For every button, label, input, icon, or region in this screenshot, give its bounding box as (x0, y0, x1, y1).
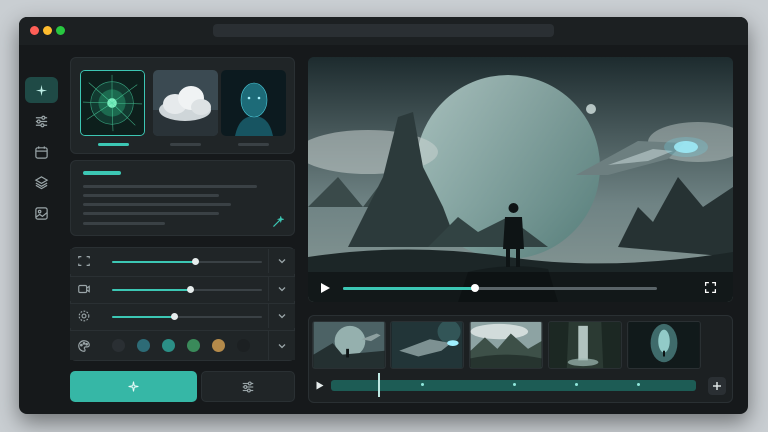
camera-slider[interactable] (112, 286, 262, 293)
expand-camera-button[interactable] (268, 277, 295, 301)
aspect-ratio-icon (78, 256, 90, 266)
prompt-text-line (83, 185, 257, 188)
prompt-text-line (83, 222, 165, 225)
timeline-panel (308, 315, 733, 403)
timeline-clip[interactable] (312, 321, 386, 369)
gallery-icon (35, 206, 48, 220)
playback-progress-bar[interactable] (343, 284, 657, 292)
prompt-panel[interactable] (70, 160, 295, 236)
setting-row-aspect (70, 249, 295, 274)
prompt-text-line (83, 212, 219, 215)
timeline-clip[interactable] (627, 321, 701, 369)
generate-button[interactable] (70, 371, 197, 402)
preset-indicator (238, 143, 269, 146)
color-swatch[interactable] (112, 339, 125, 352)
color-swatch[interactable] (187, 339, 200, 352)
calendar-icon (35, 145, 48, 159)
timeline-marker[interactable] (421, 383, 425, 386)
waterfall-forest-thumbnail (549, 322, 621, 368)
slider-handle[interactable] (187, 286, 194, 293)
color-swatch[interactable] (237, 339, 250, 352)
timeline-playhead[interactable] (378, 373, 381, 397)
timeline-marker[interactable] (574, 383, 578, 386)
close-window-button[interactable] (30, 26, 39, 35)
sidebar-item-schedule[interactable] (25, 139, 58, 165)
magic-wand-icon[interactable] (271, 216, 284, 229)
layers-icon (34, 175, 49, 189)
setting-row-motion (70, 303, 295, 328)
chevron-down-icon (278, 314, 286, 319)
plus-icon (713, 382, 721, 390)
selected-preset-indicator (98, 143, 129, 146)
color-swatch[interactable] (137, 339, 150, 352)
timeline-marker[interactable] (636, 383, 640, 386)
color-swatch[interactable] (162, 339, 175, 352)
expand-palette-button[interactable] (268, 331, 295, 360)
palette-icon (78, 340, 90, 352)
preset-network-sphere[interactable] (80, 70, 145, 136)
preset-digital-face[interactable] (221, 70, 286, 136)
timeline-marker[interactable] (512, 383, 516, 386)
clouds-image (153, 70, 218, 136)
sidebar-item-adjust[interactable] (25, 108, 58, 134)
play-icon[interactable] (316, 381, 324, 390)
digital-face-image (221, 70, 286, 136)
app-window (19, 17, 748, 414)
fullscreen-icon[interactable] (704, 281, 717, 294)
expand-motion-button[interactable] (268, 304, 295, 328)
sidebar-item-gallery[interactable] (25, 200, 58, 226)
minimize-window-button[interactable] (43, 26, 52, 35)
video-preview[interactable] (308, 57, 733, 302)
slider-handle[interactable] (191, 258, 199, 265)
expand-aspect-button[interactable] (268, 249, 295, 273)
timeline-track[interactable] (331, 380, 696, 391)
setting-row-palette (70, 330, 295, 360)
prompt-text-line (83, 203, 231, 206)
chevron-down-icon (278, 287, 286, 292)
sidebar (19, 45, 65, 414)
timeline-clip[interactable] (548, 321, 622, 369)
add-clip-button[interactable] (708, 377, 726, 395)
mountain-valley-thumbnail (470, 322, 542, 368)
video-camera-icon (78, 284, 90, 294)
motion-slider[interactable] (112, 313, 262, 320)
chevron-down-icon (278, 259, 286, 264)
timeline-clip[interactable] (390, 321, 464, 369)
preset-indicator (170, 143, 201, 146)
spaceship-thumbnail (391, 322, 463, 368)
play-icon[interactable] (320, 282, 331, 294)
title-bar (19, 17, 748, 45)
sidebar-item-generate[interactable] (25, 77, 58, 103)
timeline-clip[interactable] (469, 321, 543, 369)
address-bar[interactable] (213, 24, 554, 37)
sliders-icon (242, 381, 254, 392)
setting-row-camera (70, 276, 295, 301)
color-swatch[interactable] (212, 339, 225, 352)
sci-fi-landscape-image (308, 57, 733, 302)
sidebar-item-layers[interactable] (25, 169, 58, 195)
preset-clouds[interactable] (153, 70, 218, 136)
playback-scrubber[interactable] (470, 284, 479, 292)
planet-warrior-thumbnail (313, 322, 385, 368)
chevron-down-icon (278, 343, 286, 348)
prompt-text-line (83, 194, 219, 197)
sparkle-icon (128, 381, 139, 392)
cave-light-thumbnail (628, 322, 700, 368)
motion-icon (78, 310, 90, 322)
adjust-button[interactable] (201, 371, 295, 402)
maximize-window-button[interactable] (56, 26, 65, 35)
slider-handle[interactable] (170, 313, 178, 320)
sliders-icon (35, 115, 48, 127)
prompt-heading-line (83, 171, 121, 175)
network-sphere-image (81, 71, 144, 135)
sparkle-icon (35, 84, 48, 96)
aspect-slider[interactable] (112, 258, 262, 265)
